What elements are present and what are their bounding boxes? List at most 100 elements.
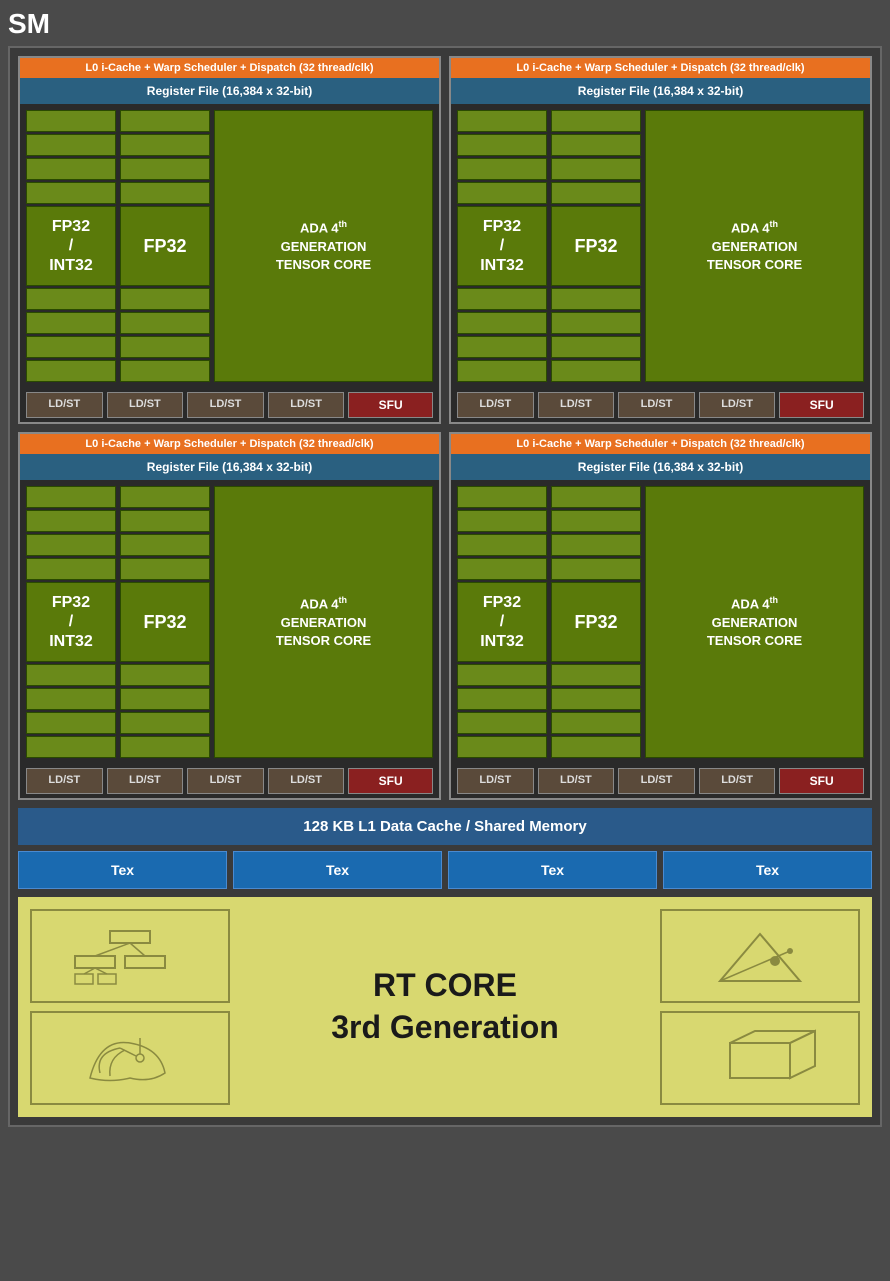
compute-cell <box>551 558 641 580</box>
ld-st-btn-1-3[interactable]: LD/ST <box>699 392 776 418</box>
compute-cell <box>457 534 547 556</box>
compute-cell <box>551 510 641 532</box>
compute-cell <box>120 182 210 204</box>
compute-cell <box>120 736 210 758</box>
compute-cell <box>120 158 210 180</box>
fp32-col-2: FP32 <box>120 486 210 758</box>
fp32-label-3: FP32 <box>551 582 641 662</box>
tex-btn-0[interactable]: Tex <box>18 851 227 889</box>
tex-btn-2[interactable]: Tex <box>448 851 657 889</box>
tensor-col-1: ADA 4thGENERATIONTENSOR CORE <box>645 110 864 382</box>
compute-cell <box>457 134 547 156</box>
bottom-bar-1: LD/STLD/STLD/STLD/STSFU <box>451 388 870 422</box>
ld-st-btn-2-1[interactable]: LD/ST <box>107 768 184 794</box>
l0-cache-bar-3: L0 i-Cache + Warp Scheduler + Dispatch (… <box>451 434 870 454</box>
sm-block-2: L0 i-Cache + Warp Scheduler + Dispatch (… <box>18 432 441 800</box>
compute-cell <box>26 664 116 686</box>
compute-cell <box>457 110 547 132</box>
ld-st-btn-0-1[interactable]: LD/ST <box>107 392 184 418</box>
compute-cell <box>457 336 547 358</box>
l0-cache-bar-1: L0 i-Cache + Warp Scheduler + Dispatch (… <box>451 58 870 78</box>
compute-cell <box>551 288 641 310</box>
ld-st-btn-0-2[interactable]: LD/ST <box>187 392 264 418</box>
compute-cell <box>120 486 210 508</box>
four-grid: L0 i-Cache + Warp Scheduler + Dispatch (… <box>18 56 872 800</box>
outer-container: L0 i-Cache + Warp Scheduler + Dispatch (… <box>8 46 882 1127</box>
sfu-btn-1[interactable]: SFU <box>779 392 864 418</box>
compute-cell <box>457 688 547 710</box>
ld-st-btn-3-3[interactable]: LD/ST <box>699 768 776 794</box>
fp32-col-1: FP32 <box>551 110 641 382</box>
compute-cell <box>457 182 547 204</box>
compute-cell <box>551 182 641 204</box>
fp32-int32-col-2: FP32 / INT32 <box>26 486 116 758</box>
compute-cell <box>120 688 210 710</box>
compute-cell <box>26 336 116 358</box>
sfu-btn-2[interactable]: SFU <box>348 768 433 794</box>
compute-cell <box>26 158 116 180</box>
rt-core-label: RT CORE 3rd Generation <box>331 965 559 1048</box>
tensor-block-3: ADA 4thGENERATIONTENSOR CORE <box>645 486 864 758</box>
rt-icon-box-bl <box>30 1011 230 1105</box>
compute-cell <box>457 664 547 686</box>
compute-cell <box>26 534 116 556</box>
rt-left <box>30 909 230 1105</box>
compute-cell <box>551 158 641 180</box>
sfu-btn-3[interactable]: SFU <box>779 768 864 794</box>
compute-cell <box>551 736 641 758</box>
compute-cell <box>551 534 641 556</box>
rt-right <box>660 909 860 1105</box>
compute-cell <box>551 688 641 710</box>
compute-cell <box>26 736 116 758</box>
compute-area-3: FP32 / INT32FP32ADA 4thGENERATIONTENSOR … <box>451 480 870 764</box>
tex-btn-3[interactable]: Tex <box>663 851 872 889</box>
ld-st-btn-0-0[interactable]: LD/ST <box>26 392 103 418</box>
fp32-label-1: FP32 <box>551 206 641 286</box>
compute-cell <box>120 558 210 580</box>
compute-cell <box>26 486 116 508</box>
compute-cell <box>551 110 641 132</box>
compute-cell <box>26 558 116 580</box>
sm-block-0: L0 i-Cache + Warp Scheduler + Dispatch (… <box>18 56 441 424</box>
compute-cell <box>120 134 210 156</box>
compute-cell <box>551 712 641 734</box>
ld-st-btn-1-1[interactable]: LD/ST <box>538 392 615 418</box>
compute-area-2: FP32 / INT32FP32ADA 4thGENERATIONTENSOR … <box>20 480 439 764</box>
compute-cell <box>26 688 116 710</box>
ld-st-btn-3-1[interactable]: LD/ST <box>538 768 615 794</box>
ld-st-btn-2-0[interactable]: LD/ST <box>26 768 103 794</box>
fp32-label-2: FP32 <box>120 582 210 662</box>
ld-st-btn-3-2[interactable]: LD/ST <box>618 768 695 794</box>
compute-area-0: FP32 / INT32FP32ADA 4thGENERATIONTENSOR … <box>20 104 439 388</box>
compute-cell <box>551 486 641 508</box>
ld-st-btn-1-2[interactable]: LD/ST <box>618 392 695 418</box>
fp32-int32-label-1: FP32 / INT32 <box>457 206 547 286</box>
compute-cell <box>26 510 116 532</box>
rt-icon-box-tr <box>660 909 860 1003</box>
fp32-label-0: FP32 <box>120 206 210 286</box>
fp32-int32-label-0: FP32 / INT32 <box>26 206 116 286</box>
register-file-bar-3: Register File (16,384 x 32-bit) <box>451 454 870 480</box>
fp32-int32-col-0: FP32 / INT32 <box>26 110 116 382</box>
l0-cache-bar-0: L0 i-Cache + Warp Scheduler + Dispatch (… <box>20 58 439 78</box>
l0-cache-bar-2: L0 i-Cache + Warp Scheduler + Dispatch (… <box>20 434 439 454</box>
tex-btn-1[interactable]: Tex <box>233 851 442 889</box>
ld-st-btn-0-3[interactable]: LD/ST <box>268 392 345 418</box>
compute-cell <box>120 510 210 532</box>
compute-cell <box>120 312 210 334</box>
tensor-col-3: ADA 4thGENERATIONTENSOR CORE <box>645 486 864 758</box>
compute-cell <box>120 336 210 358</box>
compute-cell <box>26 712 116 734</box>
fp32-int32-col-3: FP32 / INT32 <box>457 486 547 758</box>
compute-cell <box>457 510 547 532</box>
ld-st-btn-2-2[interactable]: LD/ST <box>187 768 264 794</box>
fp32-col-3: FP32 <box>551 486 641 758</box>
compute-cell <box>551 336 641 358</box>
ld-st-btn-3-0[interactable]: LD/ST <box>457 768 534 794</box>
ld-st-btn-1-0[interactable]: LD/ST <box>457 392 534 418</box>
compute-cell <box>120 534 210 556</box>
ld-st-btn-2-3[interactable]: LD/ST <box>268 768 345 794</box>
sfu-btn-0[interactable]: SFU <box>348 392 433 418</box>
tensor-block-2: ADA 4thGENERATIONTENSOR CORE <box>214 486 433 758</box>
rt-icon-box-br <box>660 1011 860 1105</box>
